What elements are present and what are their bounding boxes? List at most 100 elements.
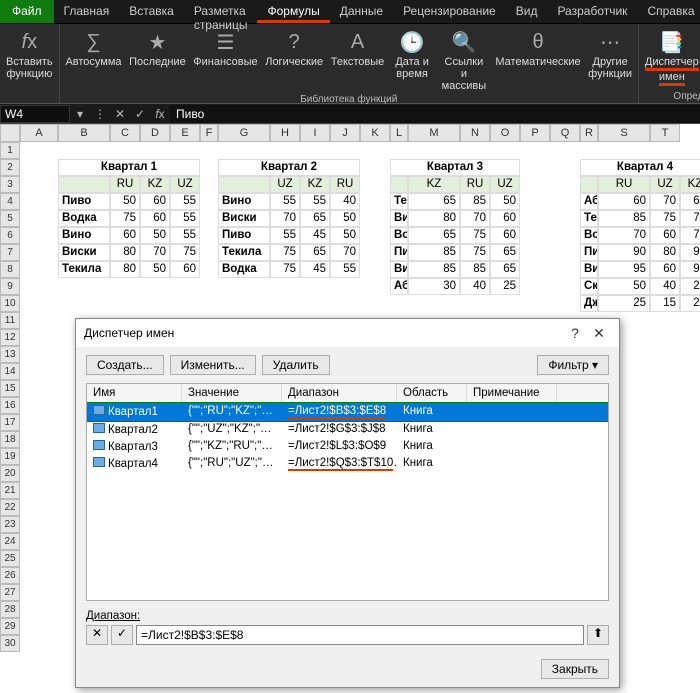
cell[interactable]: 90 — [680, 244, 700, 261]
cell[interactable]: KZ — [408, 176, 460, 193]
close-icon[interactable]: ✕ — [587, 325, 611, 342]
lookup-button[interactable]: 🔍Ссылки имассивы — [436, 26, 492, 94]
edit-button[interactable]: Изменить... — [170, 355, 256, 375]
row-header[interactable]: 4 — [0, 193, 20, 210]
row-header[interactable]: 28 — [0, 601, 20, 618]
cell[interactable]: Вино — [580, 261, 598, 278]
ellipsis-icon[interactable]: ⋮ — [90, 107, 110, 121]
col-header[interactable]: E — [170, 124, 200, 142]
cell[interactable]: 25 — [490, 278, 520, 295]
cell[interactable]: 65 — [408, 193, 460, 210]
cell[interactable]: 50 — [490, 193, 520, 210]
cell[interactable]: Водка — [390, 227, 408, 244]
cell[interactable]: Вино — [58, 227, 110, 244]
cell[interactable]: 65 — [300, 244, 330, 261]
cell[interactable]: Абсент — [580, 193, 598, 210]
list-item[interactable]: Квартал1{"";"RU";"KZ";"UZ":...=Лист2!$B$… — [87, 403, 608, 421]
datetime-button[interactable]: 🕒Дата ивремя — [388, 26, 436, 94]
row-header[interactable]: 26 — [0, 567, 20, 584]
row-header[interactable]: 3 — [0, 176, 20, 193]
cell[interactable]: 60 — [140, 210, 170, 227]
cell[interactable]: UZ — [270, 176, 300, 193]
cell[interactable]: 45 — [300, 227, 330, 244]
cell[interactable]: 70 — [270, 210, 300, 227]
cell[interactable]: UZ — [490, 176, 520, 193]
col-header[interactable]: C — [110, 124, 140, 142]
cell[interactable]: 75 — [170, 244, 200, 261]
row-header[interactable]: 2 — [0, 159, 20, 176]
tab-home[interactable]: Главная — [54, 0, 120, 23]
cell[interactable]: 60 — [490, 210, 520, 227]
cell[interactable]: UZ — [650, 176, 680, 193]
cell[interactable]: 55 — [170, 227, 200, 244]
autosum-button[interactable]: ∑Автосумма — [62, 26, 126, 94]
cell[interactable]: Джин — [580, 295, 598, 312]
cell[interactable]: RU — [110, 176, 140, 193]
financial-button[interactable]: ☰Финансовые — [190, 26, 262, 94]
row-header[interactable]: 27 — [0, 584, 20, 601]
cell[interactable]: 80 — [650, 244, 680, 261]
name-manager-button[interactable]: 📑 Диспетчер имен — [641, 26, 700, 88]
row-header[interactable]: 14 — [0, 363, 20, 380]
list-item[interactable]: Квартал2{"";"UZ";"KZ";"RU":...=Лист2!$G$… — [87, 421, 608, 438]
cell[interactable]: 25 — [598, 295, 650, 312]
row-header[interactable]: 21 — [0, 482, 20, 499]
cell[interactable]: UZ — [170, 176, 200, 193]
row-header[interactable]: 13 — [0, 346, 20, 363]
col-header[interactable]: T — [650, 124, 680, 142]
cell[interactable]: Водка — [218, 261, 270, 278]
cell[interactable] — [58, 176, 110, 193]
cell[interactable]: 50 — [598, 278, 650, 295]
cell[interactable]: 80 — [408, 210, 460, 227]
confirm-ref-icon[interactable]: ✓ — [111, 625, 133, 645]
row-header[interactable]: 17 — [0, 414, 20, 431]
cell[interactable]: 60 — [598, 193, 650, 210]
delete-button[interactable]: Удалить — [262, 355, 330, 375]
cell[interactable]: 80 — [110, 261, 140, 278]
cell[interactable]: 60 — [650, 227, 680, 244]
cell[interactable]: 55 — [170, 210, 200, 227]
cell[interactable]: 70 — [330, 244, 360, 261]
cell[interactable]: 90 — [598, 244, 650, 261]
cell[interactable]: 40 — [650, 278, 680, 295]
cell[interactable]: Виски — [58, 244, 110, 261]
cell[interactable]: Вино — [218, 193, 270, 210]
cell[interactable]: 60 — [110, 227, 140, 244]
tab-insert[interactable]: Вставка — [119, 0, 184, 23]
cell[interactable]: 20 — [680, 278, 700, 295]
tab-file[interactable]: Файл — [0, 0, 54, 23]
tab-data[interactable]: Данные — [330, 0, 393, 23]
cell[interactable]: Текила — [58, 261, 110, 278]
cell[interactable]: 40 — [330, 193, 360, 210]
row-header[interactable]: 30 — [0, 635, 20, 652]
cell[interactable]: 65 — [300, 210, 330, 227]
col-header[interactable]: Q — [550, 124, 580, 142]
cell[interactable] — [218, 176, 270, 193]
cell[interactable] — [580, 176, 598, 193]
cell[interactable]: RU — [330, 176, 360, 193]
cell[interactable]: 40 — [460, 278, 490, 295]
col-header[interactable]: S — [598, 124, 650, 142]
cell[interactable]: Текила — [390, 193, 408, 210]
dialog-titlebar[interactable]: Диспетчер имен ? ✕ — [76, 319, 619, 347]
cell[interactable]: Пиво — [580, 244, 598, 261]
tab-dev[interactable]: Разработчик — [547, 0, 637, 23]
row-header[interactable]: 20 — [0, 465, 20, 482]
cell[interactable]: 65 — [408, 227, 460, 244]
cell[interactable]: 60 — [140, 193, 170, 210]
help-icon[interactable]: ? — [563, 325, 587, 341]
cell[interactable]: 55 — [300, 193, 330, 210]
col-header[interactable]: P — [520, 124, 550, 142]
row-header[interactable]: 18 — [0, 431, 20, 448]
cell[interactable]: 70 — [650, 193, 680, 210]
cell[interactable]: 85 — [598, 210, 650, 227]
text-button[interactable]: AТекстовые — [327, 26, 388, 94]
confirm-icon[interactable]: ✓ — [130, 107, 150, 121]
col-scope[interactable]: Область — [397, 384, 467, 402]
cell[interactable]: 95 — [598, 261, 650, 278]
cell[interactable]: Абсент — [390, 278, 408, 295]
cell[interactable]: KZ — [680, 176, 700, 193]
cell[interactable]: 55 — [170, 193, 200, 210]
col-header[interactable]: F — [200, 124, 218, 142]
tab-help[interactable]: Справка — [637, 0, 700, 23]
